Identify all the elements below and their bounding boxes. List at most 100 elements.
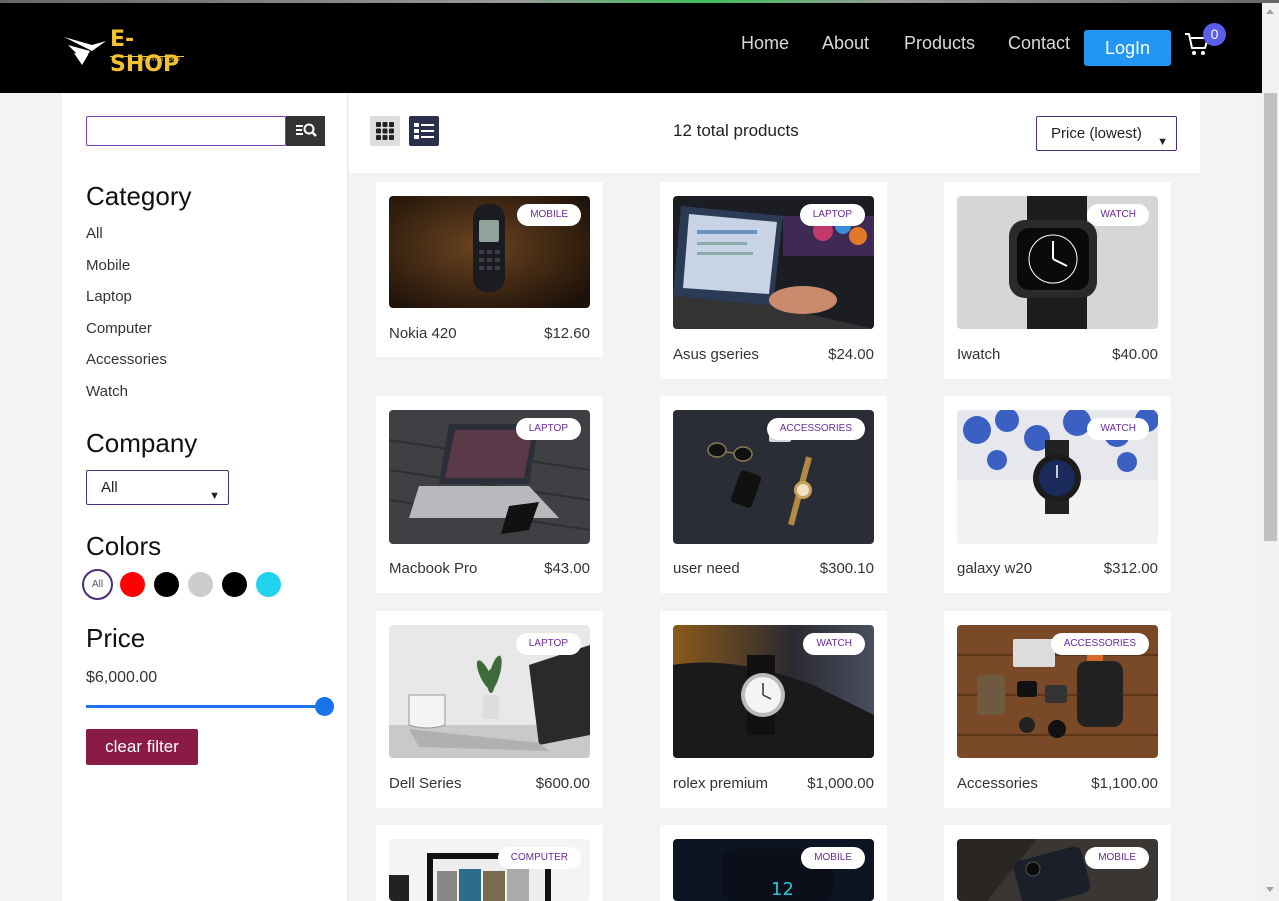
total-products-count: 12 total products <box>673 121 799 140</box>
product-price: $1,100.00 <box>1091 775 1158 792</box>
chevron-down-icon: ▼ <box>209 490 220 502</box>
category-item-laptop[interactable]: Laptop <box>86 288 132 305</box>
product-card[interactable]: WATCH galaxy w20 $312.00 <box>944 396 1171 593</box>
category-badge: MOBILE <box>517 204 581 226</box>
grid-view-button[interactable] <box>370 116 400 146</box>
category-badge: MOBILE <box>1085 847 1149 869</box>
product-price: $1,000.00 <box>807 775 874 792</box>
category-badge: WATCH <box>1087 418 1149 440</box>
grid-icon <box>376 122 394 140</box>
category-badge: LAPTOP <box>799 204 865 226</box>
product-image[interactable]: WATCH <box>673 625 874 758</box>
svg-text:12: 12 <box>771 879 794 900</box>
site-header: E-SHOP buy from home Home About Products… <box>0 3 1262 93</box>
product-price: $300.10 <box>819 560 874 577</box>
product-name: galaxy w20 <box>957 560 1033 577</box>
logo[interactable]: E-SHOP buy from home <box>62 27 192 77</box>
price-value: $6,000.00 <box>86 669 158 686</box>
scrollbar-thumb[interactable] <box>1264 93 1277 541</box>
product-toolbar: 12 total products Price (lowest) ▼ <box>349 93 1200 173</box>
search-button[interactable] <box>286 116 325 146</box>
product-card[interactable]: COMPUTER <box>376 825 603 901</box>
company-select-value: All <box>101 479 118 496</box>
company-select[interactable]: All ▼ <box>86 470 229 505</box>
sort-select[interactable]: Price (lowest) ▼ <box>1036 116 1177 151</box>
product-name: user need <box>673 560 740 577</box>
category-badge: COMPUTER <box>497 847 581 869</box>
product-card[interactable]: LAPTOP Dell Series $600.00 <box>376 611 603 808</box>
product-card[interactable]: WATCH Iwatch $40.00 <box>944 182 1171 379</box>
product-price: $40.00 <box>1112 346 1158 363</box>
list-icon <box>414 123 434 139</box>
price-slider-thumb[interactable] <box>315 697 334 716</box>
product-image[interactable]: LAPTOP <box>389 410 590 544</box>
category-badge: WATCH <box>803 633 865 655</box>
category-badge: ACCESSORIES <box>1050 633 1149 655</box>
category-item-accessories[interactable]: Accessories <box>86 351 167 368</box>
product-name: Iwatch <box>957 346 1001 363</box>
category-item-all[interactable]: All <box>86 225 103 242</box>
page-scrollbar[interactable] <box>1262 3 1279 901</box>
company-heading: Company <box>86 428 198 458</box>
color-swatch-red[interactable] <box>120 572 145 597</box>
logo-tagline: buy from home <box>140 57 181 63</box>
product-price: $12.60 <box>544 325 590 342</box>
product-name: Nokia 420 <box>389 325 457 342</box>
product-card[interactable]: LAPTOP Macbook Pro $43.00 <box>376 396 603 593</box>
product-price: $43.00 <box>544 560 590 577</box>
color-swatch-cyan[interactable] <box>256 572 281 597</box>
scroll-up-arrow-icon[interactable] <box>1266 9 1274 14</box>
filter-sidebar: Category All Mobile Laptop Computer Acce… <box>62 93 348 901</box>
nav-home[interactable]: Home <box>741 33 789 54</box>
nav-about[interactable]: About <box>822 33 869 54</box>
search-input[interactable] <box>86 116 286 146</box>
product-image[interactable]: MOBILE <box>389 196 590 308</box>
category-item-computer[interactable]: Computer <box>86 320 152 337</box>
product-image[interactable]: LAPTOP <box>673 196 874 329</box>
product-card[interactable]: MOBILE Nokia 420 $12.60 <box>376 182 603 357</box>
product-image[interactable]: COMPUTER <box>389 839 590 901</box>
chevron-down-icon: ▼ <box>1157 136 1168 148</box>
product-card[interactable]: WATCH rolex premium $1,000.00 <box>660 611 887 808</box>
product-price: $312.00 <box>1103 560 1158 577</box>
login-button[interactable]: LogIn <box>1084 30 1171 66</box>
scroll-down-arrow-icon[interactable] <box>1266 887 1274 892</box>
clear-filter-button[interactable]: clear filter <box>86 729 198 765</box>
product-image[interactable]: 12 MOBILE <box>673 839 874 901</box>
product-image[interactable]: WATCH <box>957 196 1158 329</box>
category-item-watch[interactable]: Watch <box>86 383 128 400</box>
logo-title: E-SHOP <box>110 27 180 77</box>
product-card[interactable]: ACCESSORIES user need $300.10 <box>660 396 887 593</box>
nav-products[interactable]: Products <box>904 33 975 54</box>
product-card[interactable]: 12 MOBILE <box>660 825 887 901</box>
category-item-mobile[interactable]: Mobile <box>86 257 130 274</box>
product-card[interactable]: ACCESSORIES Accessories $1,100.00 <box>944 611 1171 808</box>
category-badge: MOBILE <box>801 847 865 869</box>
category-badge: WATCH <box>1087 204 1149 226</box>
color-swatch-grey[interactable] <box>188 572 213 597</box>
product-card[interactable]: LAPTOP Asus gseries $24.00 <box>660 182 887 379</box>
product-card[interactable]: MOBILE <box>944 825 1171 901</box>
color-swatch-black[interactable] <box>154 572 179 597</box>
product-price: $600.00 <box>535 775 590 792</box>
product-image[interactable]: LAPTOP <box>389 625 590 758</box>
color-all-option[interactable]: All <box>82 569 113 600</box>
product-image[interactable]: ACCESSORIES <box>957 625 1158 758</box>
wing-logo-icon <box>64 37 106 65</box>
category-badge: LAPTOP <box>515 633 581 655</box>
list-view-button[interactable] <box>409 116 439 146</box>
product-image[interactable]: MOBILE <box>957 839 1158 901</box>
product-name: rolex premium <box>673 775 769 792</box>
product-image[interactable]: WATCH <box>957 410 1158 544</box>
nav-contact[interactable]: Contact <box>1008 33 1070 54</box>
cart-count-badge: 0 <box>1203 23 1226 46</box>
product-image[interactable]: ACCESSORIES <box>673 410 874 544</box>
product-price: $24.00 <box>828 346 874 363</box>
category-badge: LAPTOP <box>515 418 581 440</box>
color-swatch-black-2[interactable] <box>222 572 247 597</box>
product-name: Macbook Pro <box>389 560 478 577</box>
price-slider-track[interactable] <box>86 705 326 708</box>
product-name: Asus gseries <box>673 346 759 363</box>
price-heading: Price <box>86 623 146 653</box>
product-name: Accessories <box>957 775 1038 792</box>
